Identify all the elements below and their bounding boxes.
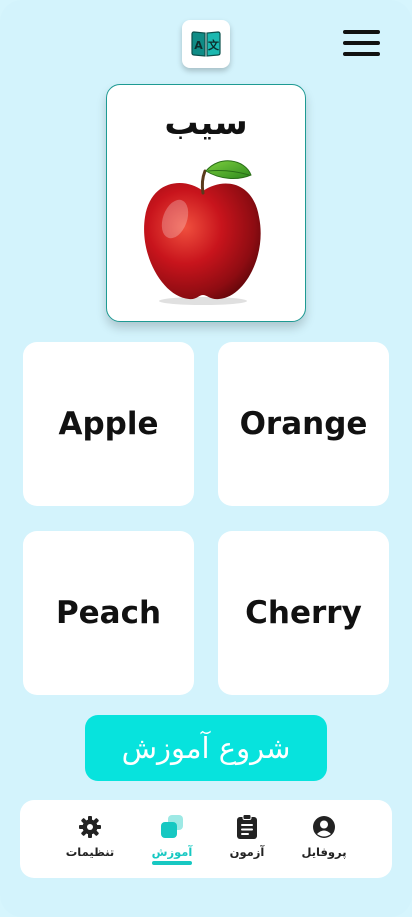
option-cherry[interactable]: Cherry <box>218 531 389 695</box>
option-orange[interactable]: Orange <box>218 342 389 506</box>
active-indicator <box>152 861 192 865</box>
nav-item-settings[interactable]: تنظیمات <box>55 814 125 868</box>
nav-label-quiz: آزمون <box>229 845 265 859</box>
flashcard-word: سیب <box>164 103 248 143</box>
nav-item-learning[interactable]: آموزش <box>137 814 207 868</box>
nav-item-profile[interactable]: پروفایل <box>289 814 359 868</box>
user-circle-icon <box>311 814 337 840</box>
learning-cards-icon <box>159 814 185 840</box>
flashcard: سیب <box>106 84 306 322</box>
option-apple[interactable]: Apple <box>23 342 194 506</box>
nav-label-profile: پروفایل <box>301 845 347 859</box>
nav-item-quiz[interactable]: آزمون <box>212 814 282 868</box>
svg-text:A: A <box>194 39 203 52</box>
app-screen: A 文 سیب Apple Orange Peach Cherry شروع آ… <box>0 0 412 917</box>
apple-image <box>144 160 261 305</box>
menu-line <box>343 30 380 34</box>
gear-icon <box>77 814 103 840</box>
svg-text:文: 文 <box>208 38 220 52</box>
hamburger-menu-button[interactable] <box>343 30 380 58</box>
nav-label-settings: تنظیمات <box>65 845 115 859</box>
nav-label-learning: آموزش <box>151 845 193 859</box>
start-learning-button[interactable]: شروع آموزش <box>85 715 327 781</box>
option-peach[interactable]: Peach <box>23 531 194 695</box>
translate-book-icon: A 文 <box>191 31 221 57</box>
bottom-nav: پروفایل آزمون آموزش تنظیمات <box>20 800 392 878</box>
clipboard-icon <box>234 814 260 840</box>
menu-line <box>343 52 380 56</box>
app-logo: A 文 <box>182 20 230 68</box>
menu-line <box>343 41 380 45</box>
